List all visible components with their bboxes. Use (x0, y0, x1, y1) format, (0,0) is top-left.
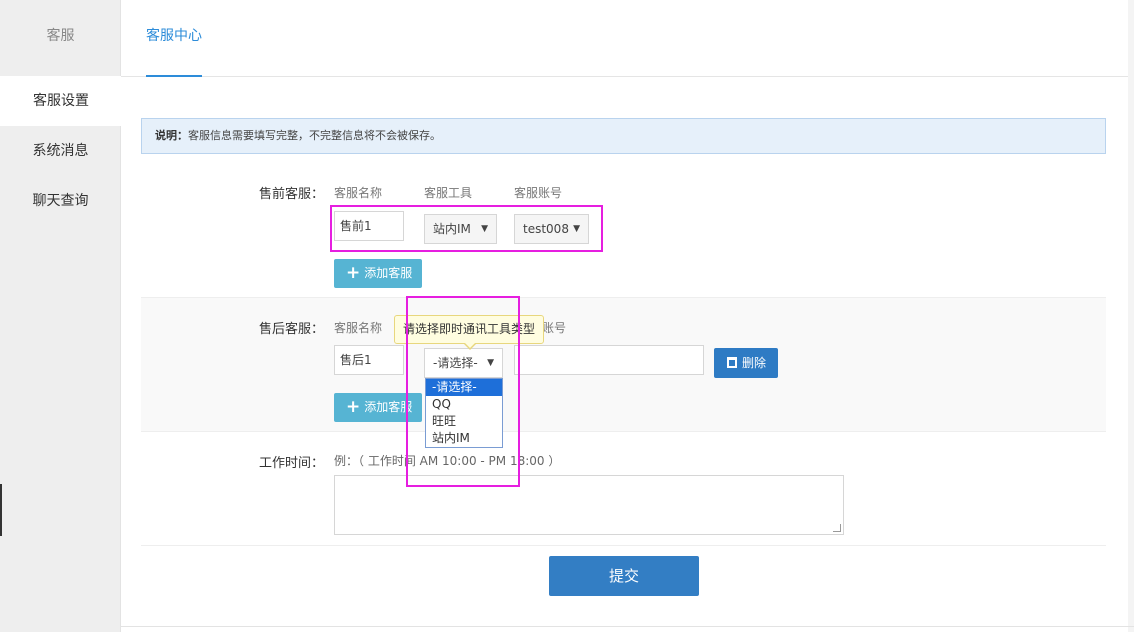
sidebar: 客服 客服设置 系统消息 聊天查询 (0, 0, 122, 632)
bottom-divider (121, 626, 1134, 627)
col-account-label: 客服账号 (514, 186, 563, 200)
worktime-label: 工作时间： (259, 456, 325, 471)
presale-add-button[interactable]: + 添加客服 (334, 259, 422, 288)
notice-text: 客服信息需要填写完整，不完整信息将不会被保存。 (188, 129, 441, 142)
plus-icon: + (346, 397, 361, 417)
col-account-label-2: 账号 (542, 321, 567, 335)
col-name-label-2: 客服名称 (334, 321, 383, 335)
tab-service-center[interactable]: 客服中心 (146, 0, 202, 77)
annotation-highlight-dropdown (406, 296, 520, 487)
annotation-highlight-presale (330, 205, 603, 252)
sidebar-header[interactable]: 客服 (0, 0, 121, 76)
resize-handle-icon[interactable] (833, 524, 841, 532)
aftersale-account-input[interactable] (514, 345, 704, 375)
aftersale-delete-button[interactable]: 删除 (714, 348, 778, 378)
presale-add-label: 添加客服 (364, 266, 413, 280)
col-name-label: 客服名称 (334, 186, 383, 200)
col-tool-label: 客服工具 (424, 186, 473, 200)
sidebar-item-settings[interactable]: 客服设置 (0, 76, 122, 126)
notice-banner: 说明：客服信息需要填写完整，不完整信息将不会被保存。 (141, 118, 1106, 154)
notice-prefix: 说明： (155, 129, 188, 142)
topbar: 客服中心 (121, 0, 1134, 77)
sidebar-item-chat-search[interactable]: 聊天查询 (0, 176, 121, 226)
presale-label: 售前客服： (259, 187, 325, 202)
plus-icon: + (346, 263, 361, 283)
aftersale-label: 售后客服： (259, 322, 325, 337)
sidebar-item-messages[interactable]: 系统消息 (0, 126, 121, 176)
submit-button[interactable]: 提交 (549, 556, 699, 596)
delete-label: 删除 (742, 356, 767, 370)
trash-icon (727, 357, 737, 368)
scrollbar[interactable] (1128, 0, 1134, 632)
aftersale-name-input[interactable]: 售后1 (334, 345, 404, 375)
form-divider (141, 545, 1106, 546)
window-edge (0, 484, 2, 536)
